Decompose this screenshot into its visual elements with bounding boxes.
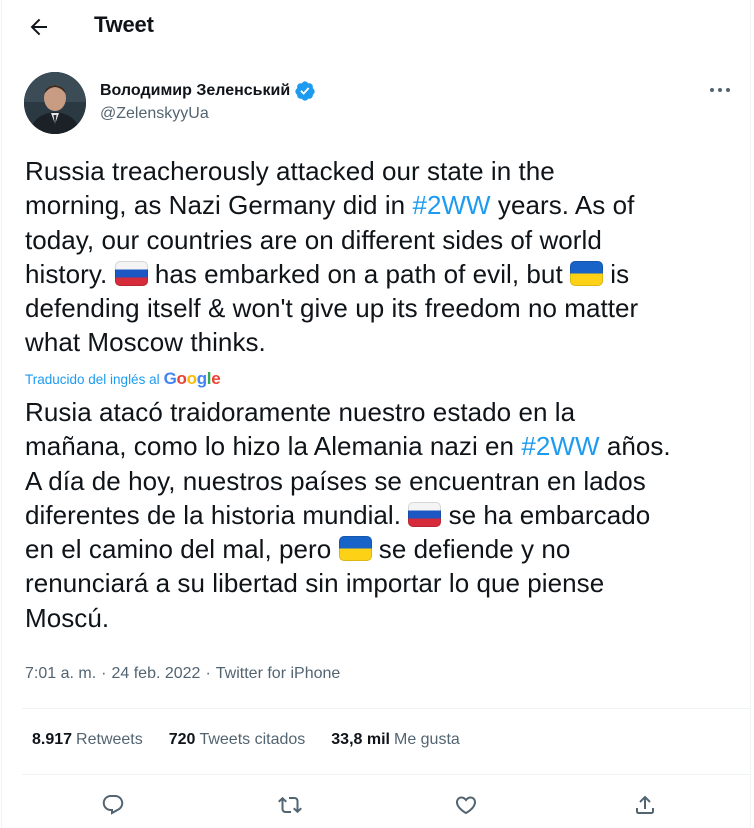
retweet-button[interactable] [273,788,307,822]
share-icon [636,795,654,814]
page-title: Tweet [94,12,154,37]
header: Tweet [2,0,750,53]
retweets-label: Retweets [76,731,143,748]
quote-tweets-label: Tweets citados [199,731,306,748]
heart-icon [455,796,477,815]
hashtag-link[interactable]: #2WW [412,190,490,220]
tweet-actions [2,788,750,822]
retweets-stat[interactable]: 8.917 Retweets [32,731,143,749]
like-button[interactable] [449,788,483,822]
meta-separator: · [205,665,211,682]
tweet-text-segment: Rusia atacó traidoramente nuestro estado… [25,397,576,462]
quote-tweets-stat[interactable]: 720 Tweets citados [169,731,306,749]
divider [22,708,750,709]
tweet-stats: 8.917 Retweets 720 Tweets citados 33,8 mil… [32,731,460,749]
likes-count: 33,8 mil [331,731,390,748]
likes-stat[interactable]: 33,8 mil Me gusta [331,731,460,749]
tweet-text-translated: Rusia atacó traidoramente nuestro estado… [25,395,725,635]
tweet-date[interactable]: 24 feb. 2022 [111,665,200,683]
divider [22,774,750,775]
retweets-count: 8.917 [32,731,73,748]
author-name-text: Володимир Зеленський [100,82,291,99]
verified-badge-icon [295,81,315,101]
russia-flag-icon [114,260,148,286]
translation-label: Traducido del inglés al [25,371,160,387]
google-logo: Google [163,369,221,388]
reply-icon [102,795,124,815]
meta-separator: · [101,665,107,682]
tweet-time[interactable]: 7:01 a. m. [25,665,96,683]
author-name[interactable]: Володимир Зеленський [100,80,316,102]
ukraine-flag-icon [338,536,372,562]
avatar[interactable] [24,72,86,134]
hashtag-link[interactable]: #2WW [521,431,599,461]
share-button[interactable] [628,788,662,822]
tweet-detail-panel: Tweet Володимир Зеленський @ZelenskyyUa … [1,0,751,828]
quote-tweets-count: 720 [168,731,196,748]
tweet-text-segment: has embarked on a path of evil, but [147,258,570,289]
tweet-source[interactable]: Twitter for iPhone [216,665,341,683]
reply-button[interactable] [96,788,130,822]
avatar-image [24,72,86,134]
back-button[interactable] [22,10,56,44]
translation-attribution[interactable]: Traducido del inglés al Google [25,369,221,389]
more-horizontal-icon [710,88,730,92]
ukraine-flag-icon [570,260,603,286]
tweet-meta: 7:01 a. m. · 24 feb. 2022 · Twitter for … [25,665,340,683]
tweet-text-original: Russia treacherously attacked our state … [25,154,725,360]
arrow-left-icon [30,18,47,36]
more-button[interactable] [708,82,732,98]
retweet-icon [278,796,302,814]
likes-label: Me gusta [393,731,460,748]
author-handle[interactable]: @ZelenskyyUa [100,105,209,123]
russia-flag-icon [408,501,442,527]
